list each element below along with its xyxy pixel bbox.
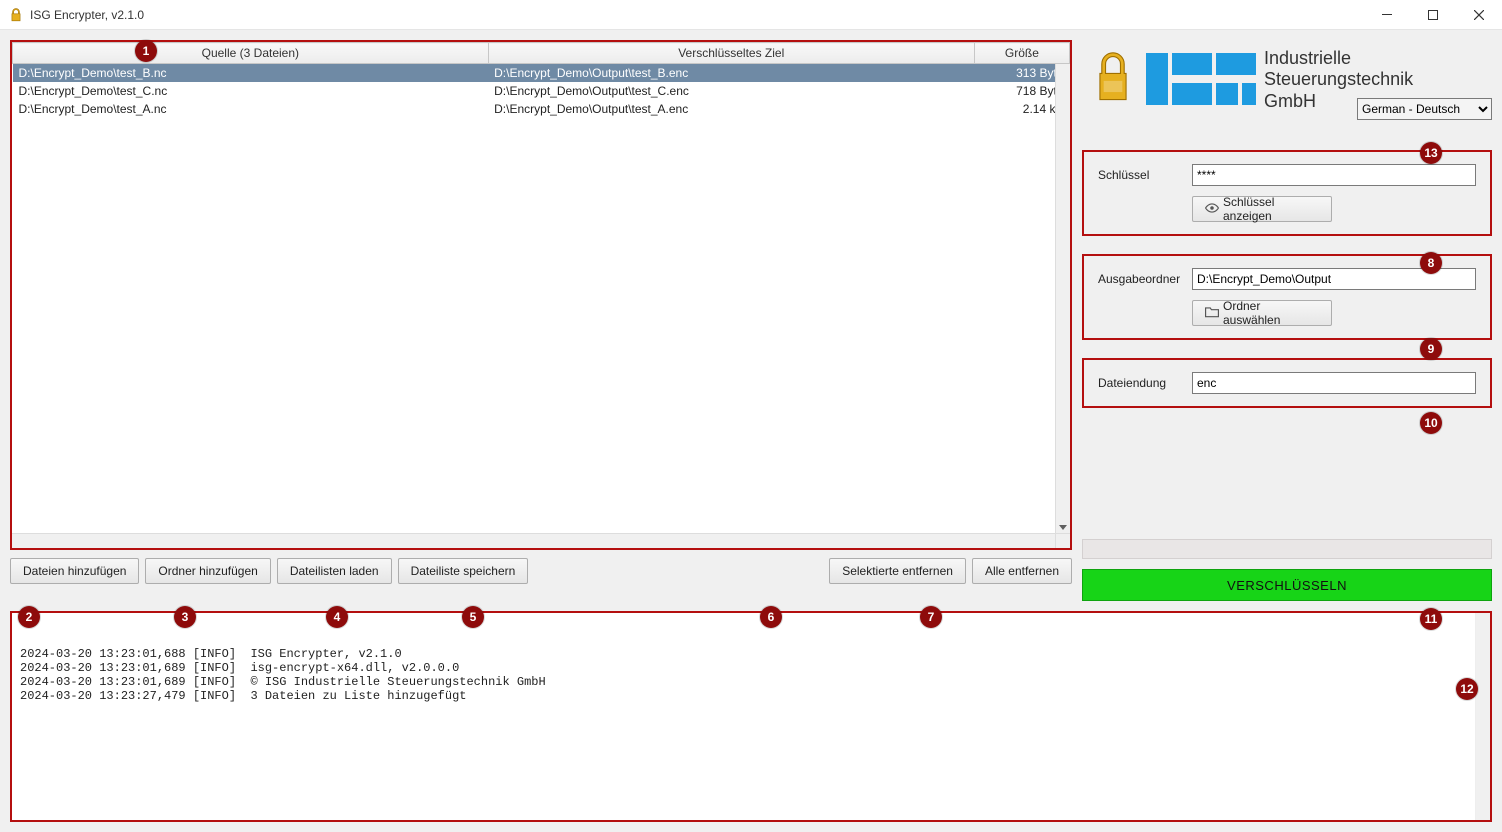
annotation-9: 9 bbox=[1420, 338, 1442, 360]
extension-panel: Dateiendung bbox=[1082, 358, 1492, 408]
window-titlebar: ISG Encrypter, v2.1.0 bbox=[0, 0, 1502, 30]
log-text: 2024-03-20 13:23:01,688 [INFO] ISG Encry… bbox=[20, 647, 1482, 703]
add-folder-button[interactable]: Ordner hinzufügen bbox=[145, 558, 270, 584]
table-vertical-scrollbar[interactable] bbox=[1055, 64, 1070, 534]
annotation-6: 6 bbox=[760, 606, 782, 628]
annotation-3: 3 bbox=[174, 606, 196, 628]
file-table-panel: Quelle (3 Dateien) Verschlüsseltes Ziel … bbox=[10, 40, 1072, 550]
language-select[interactable]: German - Deutsch bbox=[1357, 98, 1492, 120]
isg-logo-icon bbox=[1146, 53, 1256, 108]
close-button[interactable] bbox=[1456, 0, 1502, 30]
choose-folder-button[interactable]: Ordner auswählen bbox=[1192, 300, 1332, 326]
scroll-corner bbox=[1055, 533, 1070, 548]
table-row[interactable]: D:\Encrypt_Demo\test_C.ncD:\Encrypt_Demo… bbox=[13, 82, 1070, 100]
brand-area: Industrielle Steuerungstechnik GmbH Germ… bbox=[1082, 40, 1492, 120]
maximize-button[interactable] bbox=[1410, 0, 1456, 30]
annotation-7: 7 bbox=[920, 606, 942, 628]
col-target[interactable]: Verschlüsseltes Ziel bbox=[488, 43, 974, 64]
file-button-row: Dateien hinzufügen Ordner hinzufügen Dat… bbox=[10, 558, 1072, 584]
save-filelist-button[interactable]: Dateiliste speichern bbox=[398, 558, 529, 584]
log-scrollbar[interactable] bbox=[1475, 613, 1490, 820]
table-row[interactable]: D:\Encrypt_Demo\test_B.ncD:\Encrypt_Demo… bbox=[13, 64, 1070, 83]
col-source[interactable]: Quelle (3 Dateien) bbox=[13, 43, 489, 64]
file-table[interactable]: Quelle (3 Dateien) Verschlüsseltes Ziel … bbox=[12, 42, 1070, 118]
window-title: ISG Encrypter, v2.1.0 bbox=[30, 8, 144, 22]
encrypt-button[interactable]: VERSCHLÜSSELN bbox=[1082, 569, 1492, 601]
show-key-button[interactable]: Schlüssel anzeigen bbox=[1192, 196, 1332, 222]
key-input[interactable] bbox=[1192, 164, 1476, 186]
lock-icon bbox=[8, 7, 24, 23]
remove-all-button[interactable]: Alle entfernen bbox=[972, 558, 1072, 584]
progress-bar bbox=[1082, 539, 1492, 559]
annotation-5: 5 bbox=[462, 606, 484, 628]
col-size[interactable]: Größe bbox=[974, 43, 1069, 64]
annotation-2: 2 bbox=[18, 606, 40, 628]
lock-large-icon bbox=[1090, 51, 1136, 110]
extension-input[interactable] bbox=[1192, 372, 1476, 394]
folder-icon bbox=[1205, 306, 1219, 321]
eye-icon bbox=[1205, 202, 1219, 216]
load-filelists-button[interactable]: Dateilisten laden bbox=[277, 558, 392, 584]
table-horizontal-scrollbar[interactable] bbox=[12, 533, 1056, 548]
table-row[interactable]: D:\Encrypt_Demo\test_A.ncD:\Encrypt_Demo… bbox=[13, 100, 1070, 118]
annotation-12: 12 bbox=[1456, 678, 1478, 700]
extension-label: Dateiendung bbox=[1098, 376, 1186, 390]
annotation-1: 1 bbox=[135, 40, 157, 62]
log-panel[interactable]: 2024-03-20 13:23:01,688 [INFO] ISG Encry… bbox=[10, 611, 1492, 822]
remove-selected-button[interactable]: Selektierte entfernen bbox=[829, 558, 966, 584]
annotation-4: 4 bbox=[326, 606, 348, 628]
add-files-button[interactable]: Dateien hinzufügen bbox=[10, 558, 139, 584]
annotation-8: 8 bbox=[1420, 252, 1442, 274]
annotation-13: 13 bbox=[1420, 142, 1442, 164]
table-header-row[interactable]: Quelle (3 Dateien) Verschlüsseltes Ziel … bbox=[13, 43, 1070, 64]
annotation-11: 11 bbox=[1420, 608, 1442, 630]
key-label: Schlüssel bbox=[1098, 168, 1186, 182]
output-label: Ausgabeordner bbox=[1098, 272, 1186, 286]
minimize-button[interactable] bbox=[1364, 0, 1410, 30]
annotation-10: 10 bbox=[1420, 412, 1442, 434]
